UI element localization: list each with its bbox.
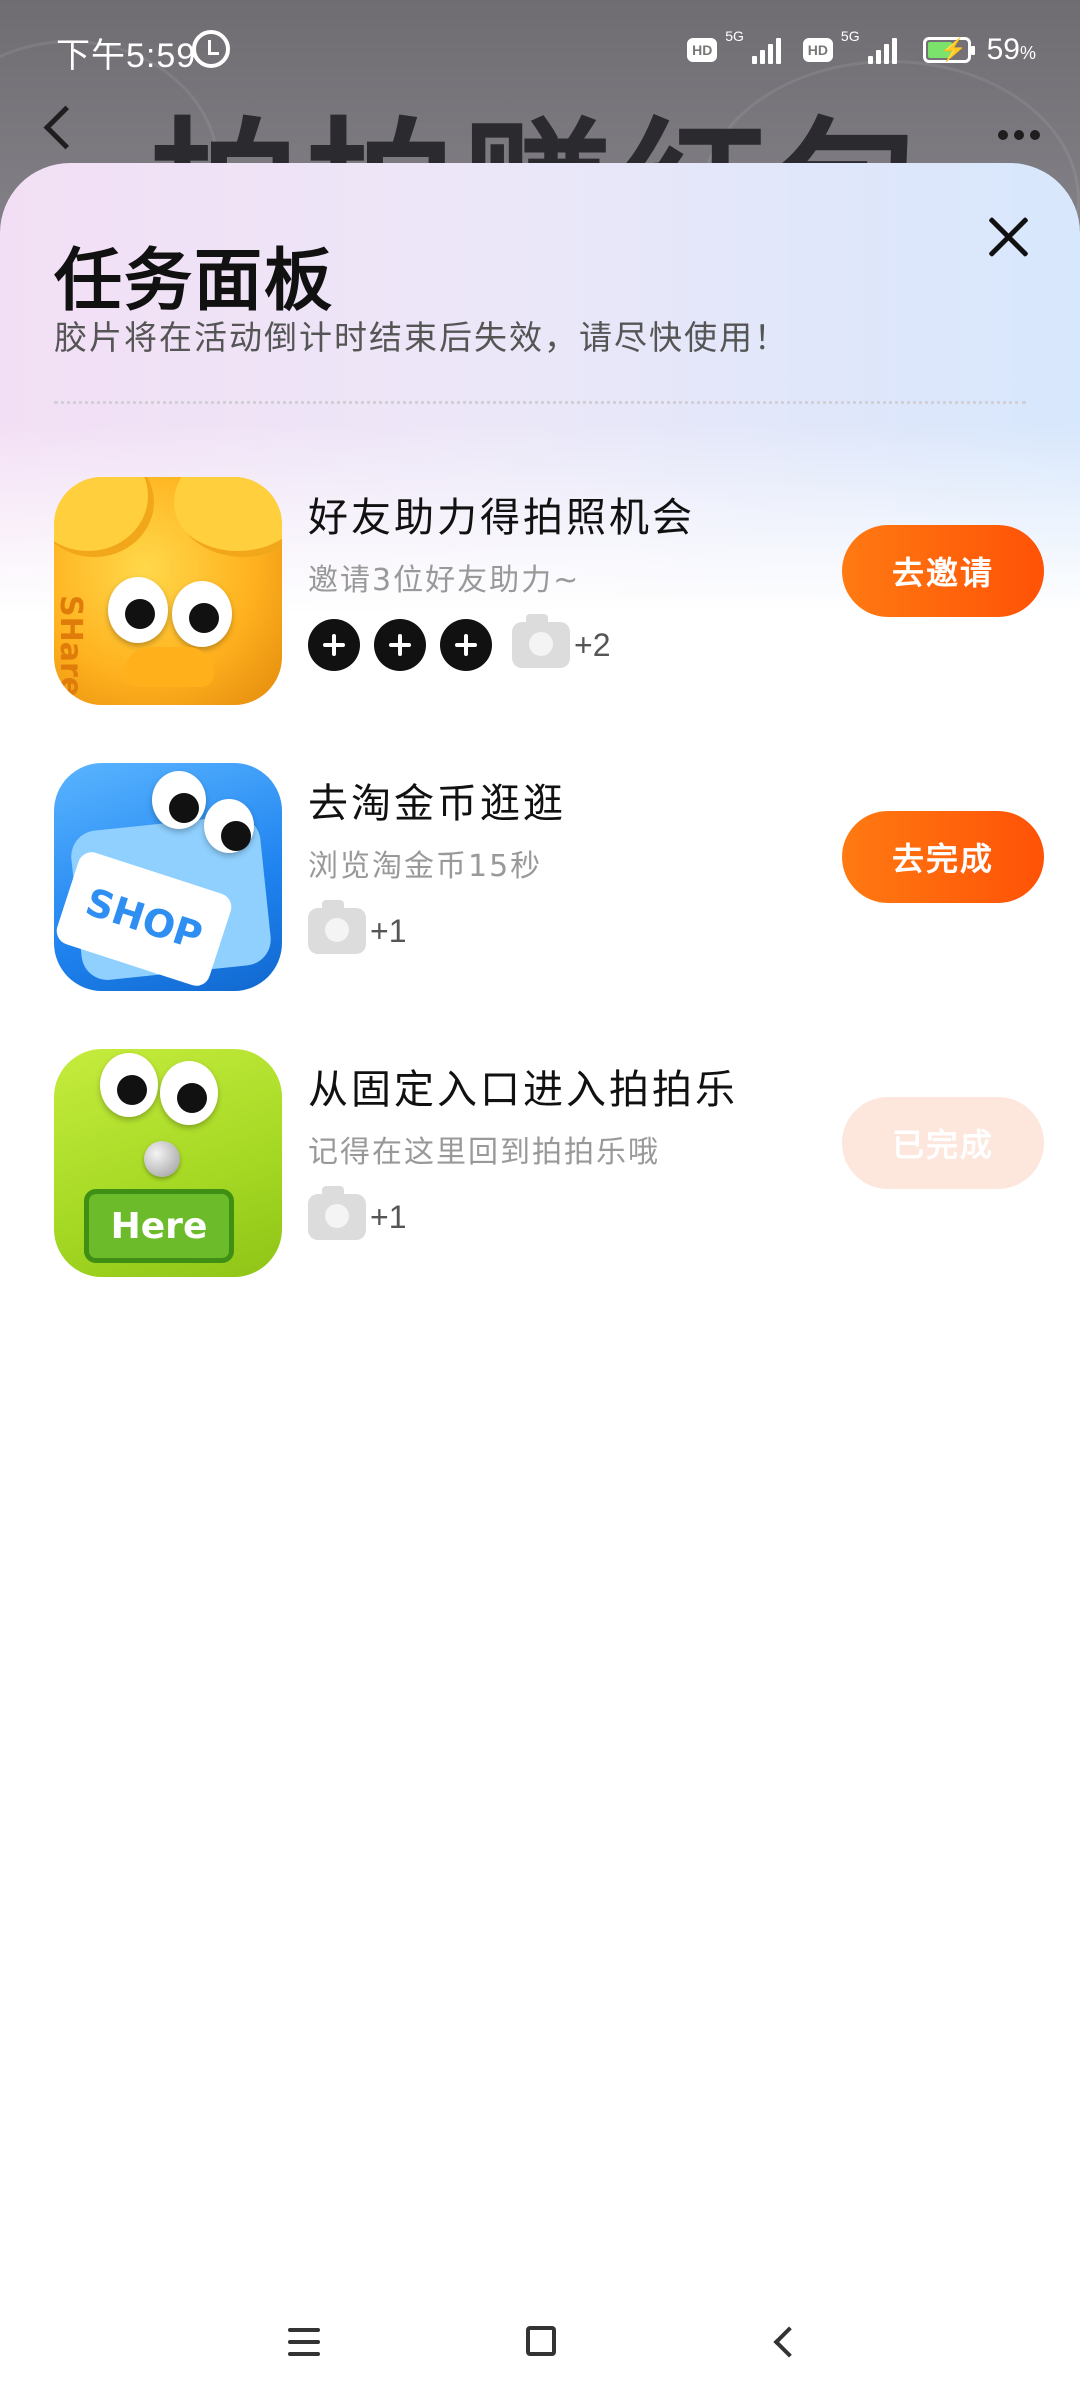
back-icon[interactable] [770, 2326, 800, 2356]
network-type-label: 5G [725, 28, 744, 44]
invite-button[interactable]: 去邀请 [842, 525, 1044, 617]
system-navigation-bar [0, 2300, 1080, 2400]
thumbnail-label: SHare [54, 595, 88, 698]
complete-button[interactable]: 去完成 [842, 811, 1044, 903]
googly-eye [152, 771, 206, 829]
panel-subtitle: 胶片将在活动倒计时结束后失效，请尽快使用！ [54, 318, 789, 357]
status-indicators: HD 5G HD 5G ⚡ 59% [687, 28, 1036, 70]
reward-count: +1 [370, 1198, 407, 1235]
dotted-divider [54, 401, 1026, 404]
camera-icon [512, 614, 570, 668]
camera-icon [308, 1186, 366, 1240]
task-thumbnail-here: Here [54, 1049, 282, 1277]
battery-value: 59 [986, 33, 1020, 66]
googly-eye [160, 1061, 218, 1125]
reward-count: +2 [574, 626, 611, 663]
completed-button: 已完成 [842, 1097, 1044, 1189]
add-friend-icon[interactable] [308, 619, 360, 671]
add-friend-icon[interactable] [374, 619, 426, 671]
back-arrow-icon[interactable] [36, 100, 76, 160]
close-icon[interactable] [986, 215, 1030, 259]
task-description: 浏览淘金币15秒 [308, 849, 543, 884]
add-friend-icon[interactable] [440, 619, 492, 671]
task-panel-sheet: 任务面板 胶片将在活动倒计时结束后失效，请尽快使用！ SHare 好友助力得拍照… [0, 163, 1080, 2400]
signal-icon [751, 36, 781, 64]
battery-icon: ⚡ [922, 37, 975, 63]
hd-icon: HD [687, 38, 718, 62]
task-title: 从固定入口进入拍拍乐 [308, 1067, 738, 1113]
task-thumbnail-shop: SHOP [54, 763, 282, 991]
googly-eye [204, 799, 254, 853]
duck-head-shape [174, 477, 282, 557]
task-description: 记得在这里回到拍拍乐哦 [308, 1135, 660, 1170]
googly-eye [100, 1053, 158, 1117]
here-sign: Here [84, 1189, 234, 1263]
reward-count: +1 [370, 912, 407, 949]
battery-percentage: 59% [986, 33, 1036, 66]
alarm-icon [192, 30, 230, 68]
signal-icon [867, 36, 897, 64]
googly-eye [108, 577, 168, 643]
task-reward-row: +2 [308, 614, 611, 673]
task-item: SHOP 去淘金币逛逛 浏览淘金币15秒 +1 去完成 [54, 763, 1044, 993]
panel-title: 任务面板 [54, 242, 335, 321]
duck-beak-shape [124, 647, 214, 687]
task-item: Here 从固定入口进入拍拍乐 记得在这里回到拍拍乐哦 +1 已完成 [54, 1049, 1044, 1279]
camera-icon [308, 900, 366, 954]
status-bar: 下午5:59 HD 5G HD 5G ⚡ 59% [0, 0, 1080, 100]
charging-bolt-icon: ⚡ [939, 37, 968, 62]
task-reward-row: +1 [308, 1186, 407, 1245]
hd-icon: HD [802, 38, 833, 62]
task-title: 好友助力得拍照机会 [308, 495, 695, 541]
task-title: 去淘金币逛逛 [308, 781, 566, 827]
task-item: SHare 好友助力得拍照机会 邀请3位好友助力~ +2 去邀请 [54, 477, 1044, 707]
task-description: 邀请3位好友助力~ [308, 563, 581, 598]
menu-icon[interactable] [288, 2328, 320, 2356]
home-icon[interactable] [526, 2326, 556, 2356]
task-thumbnail-duck: SHare [54, 477, 282, 705]
hook-ring [144, 1141, 180, 1177]
status-time: 下午5:59 [56, 37, 197, 75]
task-reward-row: +1 [308, 900, 407, 959]
duck-head-shape [54, 477, 154, 557]
more-options-icon[interactable] [998, 130, 1040, 140]
network-type-label: 5G [840, 28, 860, 44]
googly-eye [172, 581, 232, 647]
